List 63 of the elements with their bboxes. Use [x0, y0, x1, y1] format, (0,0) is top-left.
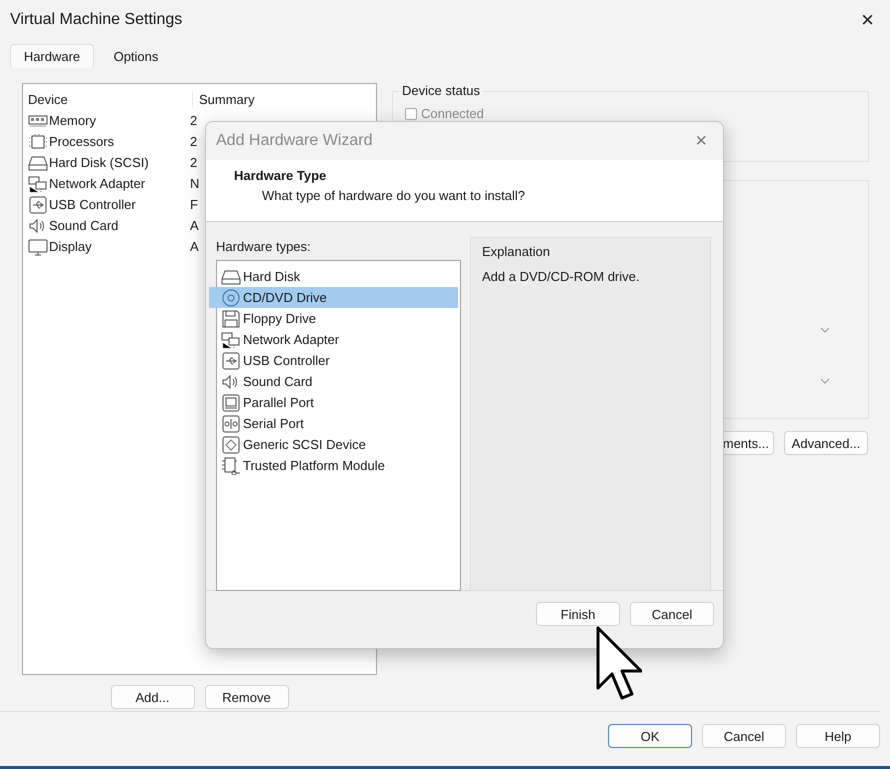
list-item[interactable]: Sound Card [217, 371, 460, 392]
group-title: Device status [399, 83, 484, 98]
usb-icon [28, 196, 48, 214]
table-cell: A [190, 218, 199, 233]
network-computers-icon [28, 174, 48, 192]
list-item[interactable]: Processors [28, 132, 190, 150]
network-computers-icon [221, 330, 241, 348]
list-item[interactable]: Memory [28, 112, 190, 130]
dialog-button[interactable]: Help [796, 724, 880, 748]
explanation-text: Add a DVD/CD-ROM drive. [482, 269, 640, 284]
list-item[interactable]: Sound Card [28, 216, 190, 234]
port-icon [221, 394, 241, 412]
section-description: What type of hardware do you want to install? [262, 188, 526, 203]
settings-button[interactable]: Advanced... [784, 431, 868, 455]
dialog-button[interactable]: Cancel [630, 602, 714, 626]
list-item[interactable]: Trusted Platform Module [217, 455, 460, 476]
close-button[interactable]: × [855, 7, 880, 33]
chip-icon [28, 132, 48, 150]
checkbox[interactable] [405, 108, 417, 120]
panel-label: Explanation [482, 244, 550, 259]
list-item[interactable]: Floppy Drive [217, 308, 460, 329]
list-button[interactable]: Add... [110, 685, 194, 709]
column-header: Device [28, 92, 68, 106]
table-cell: A [190, 239, 199, 254]
table-cell: 2 [190, 113, 198, 128]
list-item[interactable]: Generic SCSI Device [217, 434, 460, 455]
list-item[interactable]: Hard Disk [217, 266, 460, 287]
list-item[interactable]: USB Controller [28, 196, 190, 214]
list-item[interactable]: Hard Disk (SCSI) [28, 154, 190, 172]
list-item[interactable]: Network Adapter [217, 329, 460, 350]
list-item[interactable]: Serial Port [217, 413, 460, 434]
tab[interactable]: Hardware [10, 44, 94, 68]
list-button[interactable]: Remove [204, 685, 288, 709]
window-title: Virtual Machine Settings [10, 11, 182, 29]
table-cell: 2 [190, 155, 198, 170]
scsi-device-icon [221, 436, 241, 454]
list-item[interactable]: USB Controller [217, 350, 460, 371]
list-item[interactable]: Parallel Port [217, 392, 460, 413]
dialog-button[interactable]: Cancel [702, 724, 786, 748]
settings-button[interactable]: ments... [722, 431, 774, 455]
close-button[interactable]: × [689, 130, 713, 152]
list-label: Hardware types: [216, 238, 311, 254]
dialog-button[interactable]: OK [608, 724, 692, 748]
list-item[interactable]: Network Adapter [28, 174, 190, 192]
dialog-title: Add Hardware Wizard [216, 132, 372, 150]
monitor-icon [28, 238, 48, 256]
column-header: Summary [192, 92, 255, 106]
dialog-button[interactable]: Finish [536, 602, 620, 626]
list-item[interactable]: Display [28, 238, 190, 256]
chevron-down-icon[interactable] [820, 327, 830, 333]
usb-icon [221, 352, 241, 370]
serial-port-icon [221, 414, 241, 432]
mouse-pointer-icon [596, 626, 642, 702]
table-cell: F [190, 197, 198, 212]
section-heading: Hardware Type [234, 168, 326, 183]
list-item[interactable]: CD/DVD Drive [209, 287, 458, 308]
disc-icon [221, 288, 241, 306]
tab[interactable]: Options [94, 44, 178, 68]
chip-key-icon [221, 456, 241, 474]
chevron-down-icon[interactable] [820, 378, 830, 384]
checkbox-label: Connected [421, 106, 484, 121]
table-cell: N [190, 176, 200, 191]
table-cell: 2 [190, 134, 198, 149]
